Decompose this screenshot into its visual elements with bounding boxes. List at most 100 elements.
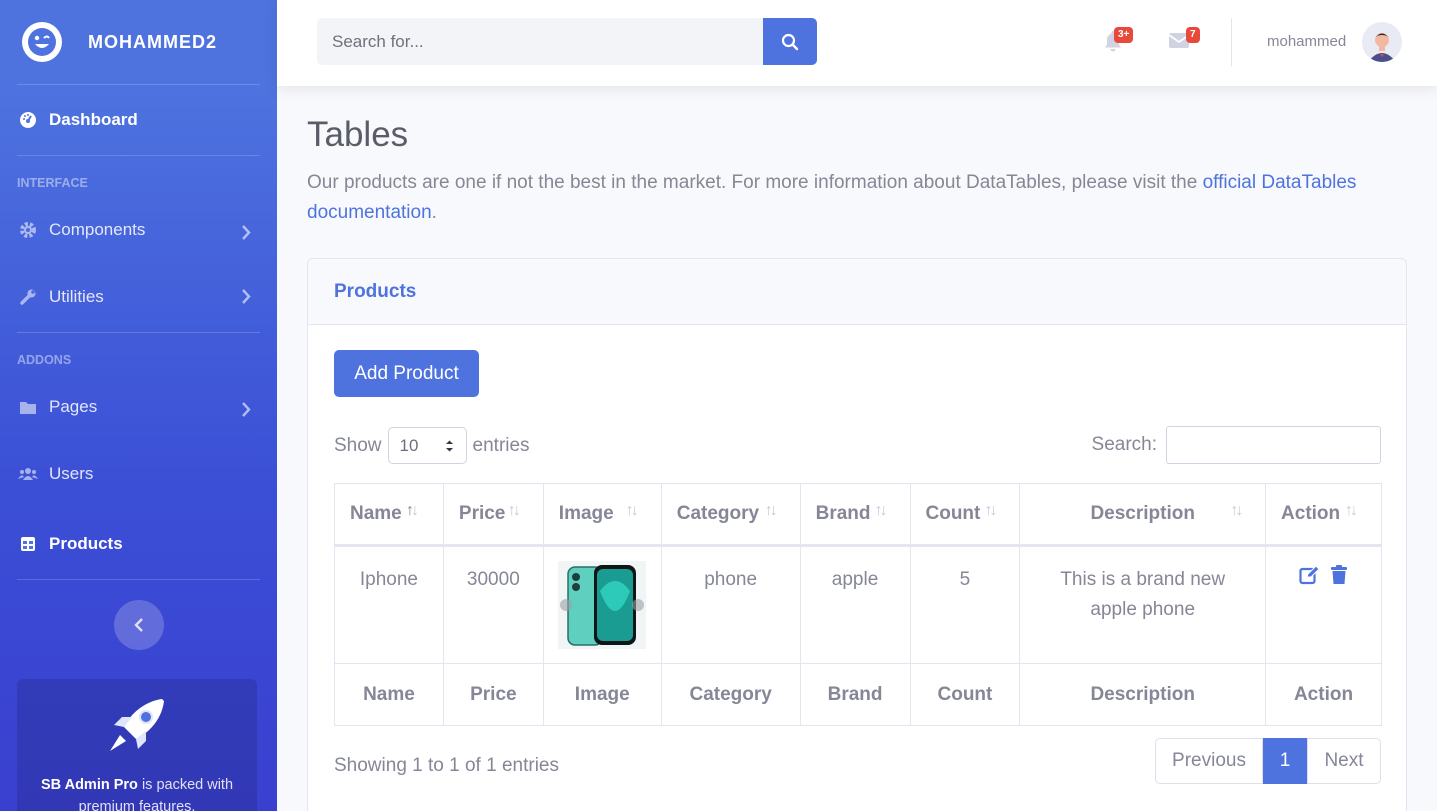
- topbar-search: [317, 18, 817, 65]
- cog-icon: [18, 220, 38, 240]
- table-search-input[interactable]: [1166, 426, 1381, 464]
- sidebar-item-utilities[interactable]: Utilities: [0, 262, 277, 332]
- page-description-text: Our products are one if not the best in …: [307, 172, 1203, 193]
- sidebar: MOHAMMED2 Dashboard INTERFACE Components…: [0, 0, 277, 811]
- tachometer-icon: [18, 110, 38, 130]
- sidebar-item-label: Products: [49, 534, 123, 553]
- chevron-right-icon: [242, 225, 251, 240]
- sidebar-toggle-button[interactable]: [113, 600, 164, 650]
- cell-name: Iphone: [334, 545, 444, 664]
- sidebar-item-label: Utilities: [49, 287, 104, 306]
- brand-name: MOHAMMED2: [88, 31, 217, 52]
- sidebar-heading-addons: ADDONS: [17, 353, 72, 367]
- sidebar-item-label: Pages: [49, 397, 98, 416]
- sort-icon: ↑↓: [764, 502, 778, 519]
- sort-updown-icon: [445, 440, 453, 451]
- topbar-divider: [1231, 18, 1232, 66]
- column-header-image[interactable]: Image ↑↓: [542, 483, 662, 547]
- footer-description: Description: [1019, 663, 1267, 726]
- edit-icon[interactable]: [1299, 565, 1320, 585]
- sort-icon: ↑↓: [1345, 502, 1358, 519]
- sidebar-item-pages[interactable]: Pages: [0, 375, 277, 439]
- show-label: Show: [334, 434, 382, 456]
- table-icon: [18, 534, 38, 554]
- chevron-left-icon: [133, 618, 143, 632]
- sidebar-item-label: Components: [49, 220, 146, 239]
- footer-price: Price: [442, 663, 544, 726]
- sort-icon: ↑↓: [1230, 502, 1243, 519]
- column-label: Brand: [815, 503, 871, 524]
- alerts-dropdown[interactable]: 3+: [1103, 27, 1134, 54]
- footer-category: Category: [660, 663, 801, 726]
- column-header-brand[interactable]: Brand ↑↓: [799, 483, 911, 547]
- product-image: [558, 561, 647, 649]
- footer-image: Image: [542, 663, 662, 726]
- table-filter: Search:: [1092, 426, 1381, 464]
- rocket-icon: [110, 699, 164, 751]
- cell-price: 30000: [442, 545, 544, 664]
- search-icon: [781, 33, 799, 50]
- column-label: Image: [558, 503, 614, 524]
- search-label: Search:: [1091, 434, 1157, 455]
- sidebar-item-components[interactable]: Components: [0, 198, 277, 262]
- table-footer-row: Name Price Image Category Brand Count De…: [334, 663, 1382, 726]
- promo-text: SB Admin Pro is packed with premium feat…: [17, 774, 257, 811]
- sidebar-item-users[interactable]: Users: [0, 439, 277, 509]
- sort-icon: ↑↓: [984, 502, 998, 519]
- search-input[interactable]: [317, 18, 763, 65]
- column-label: Count: [925, 503, 981, 524]
- user-name[interactable]: mohammed: [1267, 33, 1346, 50]
- sort-icon: ↑↓: [406, 502, 419, 519]
- footer-brand: Brand: [799, 663, 911, 726]
- promo-bold: SB Admin Pro: [40, 777, 138, 793]
- previous-page-button[interactable]: Previous: [1155, 738, 1263, 784]
- column-header-description[interactable]: Description ↑↓: [1019, 483, 1267, 547]
- column-header-action[interactable]: Action ↑↓: [1265, 483, 1382, 547]
- pagination: Previous 1 Next: [1155, 738, 1381, 784]
- add-product-button[interactable]: Add Product: [334, 350, 479, 397]
- column-header-count[interactable]: Count ↑↓: [909, 483, 1021, 547]
- sidebar-divider: [17, 579, 260, 580]
- wrench-icon: [18, 287, 38, 307]
- products-card: Products Add Product Show 10 entries Sea…: [307, 258, 1407, 811]
- sort-icon: ↑↓: [625, 502, 639, 519]
- page-1-button[interactable]: 1: [1263, 738, 1307, 784]
- column-header-name[interactable]: Name ↑↓: [334, 483, 444, 547]
- messages-dropdown[interactable]: 7: [1168, 27, 1200, 53]
- card-header: Products: [308, 259, 1406, 325]
- cell-category: phone: [660, 545, 801, 664]
- column-header-category[interactable]: Category ↑↓: [660, 483, 801, 547]
- folder-icon: [18, 397, 38, 417]
- entries-select[interactable]: 10: [387, 427, 467, 464]
- cell-brand: apple: [799, 545, 911, 664]
- entries-value: 10: [399, 435, 419, 455]
- page-description-end: .: [431, 202, 437, 223]
- cell-count: 5: [909, 545, 1021, 664]
- search-button[interactable]: [763, 18, 817, 65]
- sidebar-item-dashboard[interactable]: Dashboard: [0, 85, 277, 155]
- sidebar-item-products[interactable]: Products: [0, 509, 277, 579]
- cell-action: [1265, 545, 1382, 664]
- sort-icon: ↑↓: [507, 502, 521, 519]
- column-header-price[interactable]: Price ↑↓: [442, 483, 544, 547]
- sidebar-item-label: Dashboard: [49, 110, 138, 129]
- chevron-right-icon: [242, 402, 251, 417]
- footer-name: Name: [334, 663, 444, 726]
- laugh-wink-icon: [22, 22, 62, 62]
- chevron-right-icon: [242, 289, 251, 304]
- sidebar-brand[interactable]: MOHAMMED2: [0, 0, 277, 84]
- users-icon: [18, 464, 38, 484]
- page-description: Our products are one if not the best in …: [307, 168, 1387, 228]
- entries-length: Show 10 entries: [334, 427, 530, 464]
- messages-badge: 7: [1186, 27, 1200, 43]
- column-label: Category: [676, 503, 760, 524]
- sidebar-heading-interface: INTERFACE: [17, 176, 88, 190]
- cell-image: [542, 545, 662, 664]
- trash-icon[interactable]: [1330, 565, 1348, 585]
- next-page-button[interactable]: Next: [1307, 738, 1381, 784]
- table-header-row: Name ↑↓ Price ↑↓ Image ↑↓ Category ↑↓ Brand ↑…: [334, 483, 1382, 547]
- column-label: Price: [458, 503, 506, 524]
- avatar[interactable]: [1362, 22, 1402, 62]
- card-title: Products: [334, 280, 417, 302]
- table-row: Iphone 30000 phone apple 5 This is a bra…: [334, 545, 1382, 664]
